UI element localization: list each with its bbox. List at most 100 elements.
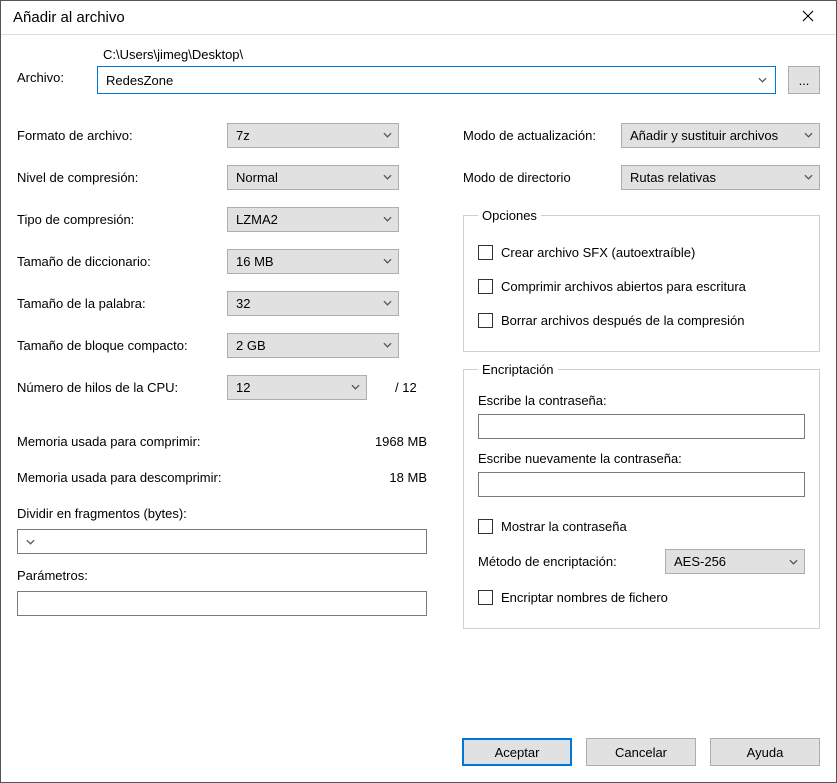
row-mem-compress: Memoria usada para comprimir: 1968 MB (17, 426, 427, 456)
checkbox-show-password[interactable] (478, 519, 493, 534)
ok-button[interactable]: Aceptar (462, 738, 572, 766)
format-select[interactable]: 7z (227, 123, 399, 148)
dict-select[interactable]: 16 MB (227, 249, 399, 274)
close-button[interactable] (786, 2, 830, 34)
checkbox-delete-after[interactable] (478, 313, 493, 328)
columns: Formato de archivo: 7z Nivel de compresi… (17, 114, 820, 629)
level-select[interactable]: Normal (227, 165, 399, 190)
row-format: Formato de archivo: 7z (17, 114, 427, 156)
dict-value: 16 MB (236, 254, 274, 269)
path-mode-value: Rutas relativas (630, 170, 716, 185)
password-input[interactable] (478, 414, 805, 439)
row-method: Tipo de compresión: LZMA2 (17, 198, 427, 240)
checkbox-open-files[interactable] (478, 279, 493, 294)
options-fieldset: Opciones Crear archivo SFX (autoextraíbl… (463, 208, 820, 352)
chevron-down-icon (383, 342, 392, 348)
password-label: Escribe la contraseña: (478, 393, 805, 408)
opt-delete-label: Borrar archivos después de la compresión (501, 313, 745, 328)
chevron-down-icon (789, 559, 798, 565)
threads-select[interactable]: 12 (227, 375, 367, 400)
chevron-down-icon (26, 539, 35, 545)
archive-row: Archivo: C:\Users\jimeg\Desktop\ RedesZo… (17, 47, 820, 94)
mem-decompress-label: Memoria usada para descomprimir: (17, 470, 221, 485)
encrypt-names-label: Encriptar nombres de fichero (501, 590, 668, 605)
archive-path: C:\Users\jimeg\Desktop\ (103, 47, 820, 62)
update-mode-label: Modo de actualización: (463, 128, 621, 143)
block-value: 2 GB (236, 338, 266, 353)
encryption-legend: Encriptación (478, 362, 558, 377)
update-mode-select[interactable]: Añadir y sustituir archivos (621, 123, 820, 148)
block-label: Tamaño de bloque compacto: (17, 338, 227, 353)
encryption-fieldset: Encriptación Escribe la contraseña: Escr… (463, 362, 820, 629)
path-mode-label: Modo de directorio (463, 170, 621, 185)
opt-delete-row[interactable]: Borrar archivos después de la compresión (478, 303, 805, 337)
show-password-row[interactable]: Mostrar la contraseña (478, 509, 805, 543)
path-mode-select[interactable]: Rutas relativas (621, 165, 820, 190)
encrypt-names-row[interactable]: Encriptar nombres de fichero (478, 580, 805, 614)
help-label: Ayuda (747, 745, 784, 760)
threads-value: 12 (236, 380, 250, 395)
format-value: 7z (236, 128, 250, 143)
chevron-down-icon (383, 300, 392, 306)
enc-method-row: Método de encriptación: AES-256 (478, 549, 805, 574)
enc-method-value: AES-256 (674, 554, 726, 569)
fragments-label: Dividir en fragmentos (bytes): (17, 506, 427, 521)
browse-button[interactable]: ... (788, 66, 820, 94)
chevron-down-icon (758, 77, 767, 83)
row-path-mode: Modo de directorio Rutas relativas (463, 156, 820, 198)
word-label: Tamaño de la palabra: (17, 296, 227, 311)
method-select[interactable]: LZMA2 (227, 207, 399, 232)
checkbox-sfx[interactable] (478, 245, 493, 260)
right-column: Modo de actualización: Añadir y sustitui… (463, 114, 820, 629)
checkbox-encrypt-names[interactable] (478, 590, 493, 605)
archive-name-input[interactable]: RedesZone (97, 66, 776, 94)
opt-open-label: Comprimir archivos abiertos para escritu… (501, 279, 746, 294)
titlebar: Añadir al archivo (1, 1, 836, 35)
close-icon (802, 9, 814, 27)
browse-label: ... (799, 73, 810, 88)
update-mode-value: Añadir y sustituir archivos (630, 128, 778, 143)
enc-method-label: Método de encriptación: (478, 554, 651, 569)
cancel-button[interactable]: Cancelar (586, 738, 696, 766)
opt-sfx-label: Crear archivo SFX (autoextraíble) (501, 245, 695, 260)
row-word: Tamaño de la palabra: 32 (17, 282, 427, 324)
chevron-down-icon (804, 132, 813, 138)
block-select[interactable]: 2 GB (227, 333, 399, 358)
show-password-label: Mostrar la contraseña (501, 519, 627, 534)
row-update-mode: Modo de actualización: Añadir y sustitui… (463, 114, 820, 156)
ok-label: Aceptar (495, 745, 540, 760)
archive-field: C:\Users\jimeg\Desktop\ RedesZone ... (97, 47, 820, 94)
row-level: Nivel de compresión: Normal (17, 156, 427, 198)
level-value: Normal (236, 170, 278, 185)
mem-compress-value: 1968 MB (375, 434, 427, 449)
chevron-down-icon (351, 384, 360, 390)
method-value: LZMA2 (236, 212, 278, 227)
enc-method-select[interactable]: AES-256 (665, 549, 805, 574)
level-label: Nivel de compresión: (17, 170, 227, 185)
chevron-down-icon (804, 174, 813, 180)
cancel-label: Cancelar (615, 745, 667, 760)
row-block: Tamaño de bloque compacto: 2 GB (17, 324, 427, 366)
help-button[interactable]: Ayuda (710, 738, 820, 766)
dict-label: Tamaño de diccionario: (17, 254, 227, 269)
fragments-input[interactable] (17, 529, 427, 554)
password-confirm-label: Escribe nuevamente la contraseña: (478, 451, 805, 466)
method-label: Tipo de compresión: (17, 212, 227, 227)
opt-sfx-row[interactable]: Crear archivo SFX (autoextraíble) (478, 235, 805, 269)
options-legend: Opciones (478, 208, 541, 223)
password-confirm-input[interactable] (478, 472, 805, 497)
archive-input-wrap: RedesZone ... (97, 66, 820, 94)
chevron-down-icon (383, 174, 392, 180)
opt-open-row[interactable]: Comprimir archivos abiertos para escritu… (478, 269, 805, 303)
chevron-down-icon (383, 132, 392, 138)
left-column: Formato de archivo: 7z Nivel de compresi… (17, 114, 427, 629)
word-value: 32 (236, 296, 250, 311)
threads-max: / 12 (395, 380, 427, 395)
mem-compress-label: Memoria usada para comprimir: (17, 434, 201, 449)
params-input[interactable] (17, 591, 427, 616)
row-mem-decompress: Memoria usada para descomprimir: 18 MB (17, 462, 427, 492)
word-select[interactable]: 32 (227, 291, 399, 316)
dialog-add-to-archive: Añadir al archivo Archivo: C:\Users\jime… (0, 0, 837, 783)
chevron-down-icon (383, 258, 392, 264)
window-title: Añadir al archivo (13, 9, 125, 26)
